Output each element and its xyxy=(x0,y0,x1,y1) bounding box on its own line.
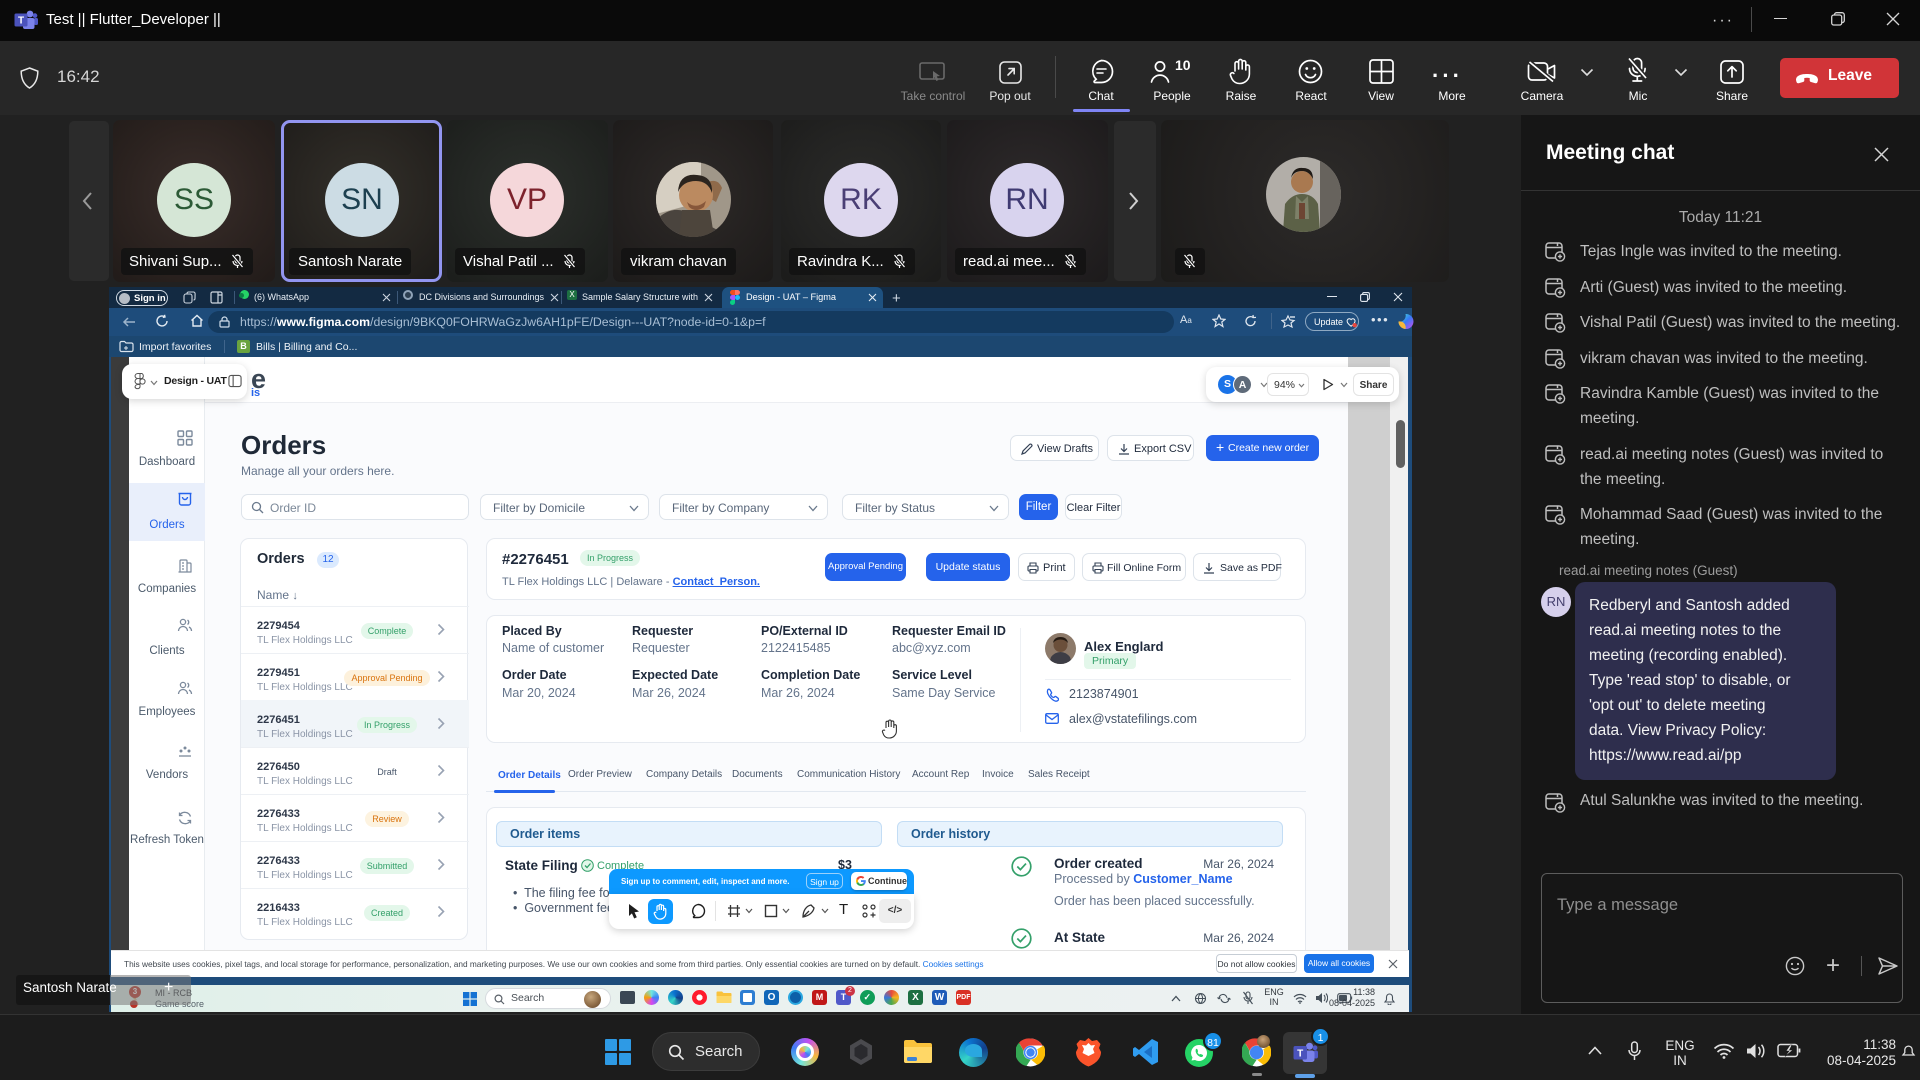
svg-text:T: T xyxy=(1297,1048,1303,1059)
svg-text:T: T xyxy=(18,16,24,27)
